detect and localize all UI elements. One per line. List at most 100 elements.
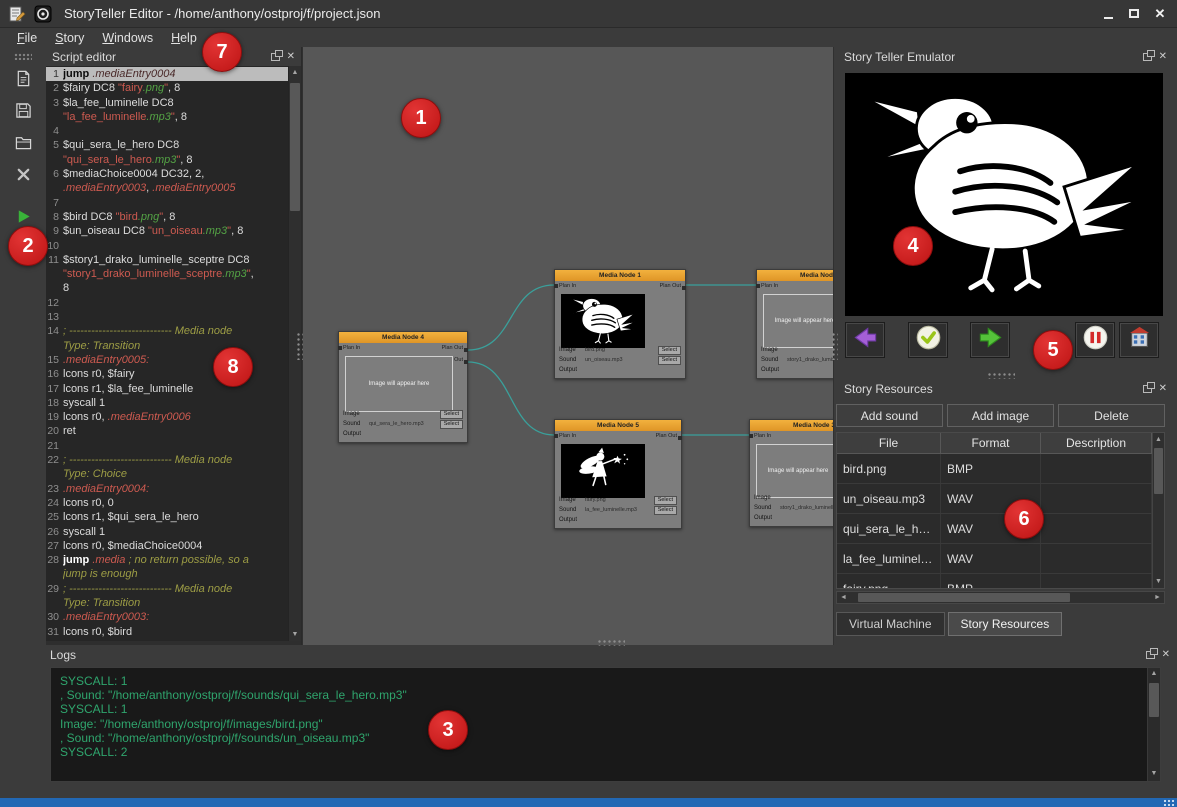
pause-button[interactable]: [1075, 322, 1115, 358]
code-line[interactable]: 31lcons r0, $bird: [46, 625, 289, 639]
table-row[interactable]: fairy.pngBMP: [837, 574, 1152, 588]
code-line[interactable]: 29; ---------------------------- Media n…: [46, 582, 289, 596]
node-canvas[interactable]: Media Node 4Plan InPlan OutPlan OutImage…: [302, 47, 834, 645]
resize-grip[interactable]: [1163, 799, 1174, 806]
delete-button[interactable]: Delete: [1058, 404, 1165, 427]
code-line[interactable]: 3$la_fee_luminelle DC8: [46, 96, 289, 110]
media-node[interactable]: Media Node 3Plan InPlan OutImage will ap…: [749, 419, 834, 527]
column-header[interactable]: Format: [941, 433, 1041, 453]
toolbar-grip[interactable]: [14, 53, 32, 60]
code-line[interactable]: 13: [46, 310, 289, 324]
splitter-grip-emulator[interactable]: [987, 372, 1015, 379]
input-port[interactable]: [756, 284, 760, 288]
code-line[interactable]: 21: [46, 439, 289, 453]
scroll-down-icon[interactable]: ▼: [1153, 575, 1164, 588]
panel-close-icon[interactable]: ✕: [1159, 384, 1167, 394]
code-line[interactable]: "la_fee_luminelle.mp3", 8: [46, 110, 289, 124]
script-code[interactable]: 1jump .mediaEntry00042$fairy DC8 "fairy.…: [46, 66, 289, 641]
next-button[interactable]: [970, 322, 1010, 358]
scrollbar-thumb[interactable]: [1149, 683, 1159, 717]
code-line[interactable]: 18syscall 1: [46, 396, 289, 410]
input-port[interactable]: [554, 434, 558, 438]
splitter-grip-bottom[interactable]: [597, 639, 625, 646]
home-button[interactable]: [1119, 322, 1159, 358]
code-line[interactable]: 30.mediaEntry0003:: [46, 610, 289, 624]
code-line[interactable]: 27lcons r0, $mediaChoice0004: [46, 539, 289, 553]
scroll-right-icon[interactable]: ►: [1151, 592, 1164, 603]
undock-icon[interactable]: [271, 53, 280, 61]
code-line[interactable]: 7: [46, 196, 289, 210]
scroll-up-icon[interactable]: ▲: [1153, 433, 1164, 446]
table-row[interactable]: qui_sera_le_hero.mp3WAV: [837, 514, 1152, 544]
scrollbar-thumb[interactable]: [858, 593, 1070, 602]
scroll-down-icon[interactable]: ▼: [1148, 768, 1160, 781]
code-line[interactable]: .mediaEntry0003, .mediaEntry0005: [46, 181, 289, 195]
code-line[interactable]: 1jump .mediaEntry0004: [46, 67, 289, 81]
table-row[interactable]: bird.pngBMP: [837, 454, 1152, 484]
scroll-left-icon[interactable]: ◄: [837, 592, 850, 603]
scrollbar-thumb[interactable]: [1154, 448, 1163, 494]
save-button[interactable]: [8, 100, 38, 126]
input-port[interactable]: [338, 346, 342, 350]
code-line[interactable]: 2$fairy DC8 "fairy.png", 8: [46, 81, 289, 95]
close-cross-button[interactable]: [8, 164, 38, 190]
code-line[interactable]: 20ret: [46, 424, 289, 438]
select-button[interactable]: Select: [654, 496, 677, 505]
scrollbar-thumb[interactable]: [290, 83, 300, 211]
code-line[interactable]: Type: Transition: [46, 339, 289, 353]
input-port[interactable]: [749, 434, 753, 438]
code-line[interactable]: 19lcons r0, .mediaEntry0006: [46, 410, 289, 424]
undock-icon[interactable]: [1143, 53, 1152, 61]
column-header[interactable]: File: [837, 433, 941, 453]
scrollbar-track[interactable]: [1153, 446, 1164, 575]
scroll-up-icon[interactable]: ▲: [289, 66, 301, 79]
code-line[interactable]: Type: Transition: [46, 596, 289, 610]
select-button[interactable]: Select: [654, 506, 677, 515]
table-row[interactable]: la_fee_luminelle.mp3WAV: [837, 544, 1152, 574]
code-line[interactable]: 23.mediaEntry0004:: [46, 482, 289, 496]
minimize-button[interactable]: [1095, 3, 1121, 25]
code-line[interactable]: 25lcons r1, $qui_sera_le_hero: [46, 510, 289, 524]
close-button[interactable]: ✕: [1147, 3, 1173, 25]
code-line[interactable]: 24lcons r0, 0: [46, 496, 289, 510]
column-header[interactable]: Description: [1041, 433, 1152, 453]
undock-icon[interactable]: [1143, 385, 1152, 393]
code-line[interactable]: 6$mediaChoice0004 DC32, 2,: [46, 167, 289, 181]
add-image-button[interactable]: Add image: [947, 404, 1054, 427]
menu-file[interactable]: File: [8, 31, 46, 45]
media-node[interactable]: Media Node 4Plan InPlan OutPlan OutImage…: [338, 331, 468, 443]
open-button[interactable]: [8, 132, 38, 158]
code-line[interactable]: "story1_drako_luminelle_sceptre.mp3",: [46, 267, 289, 281]
previous-button[interactable]: [845, 322, 885, 358]
output-port[interactable]: [682, 286, 686, 290]
table-row[interactable]: un_oiseau.mp3WAV: [837, 484, 1152, 514]
ok-button[interactable]: [908, 322, 948, 358]
scrollbar-track[interactable]: [850, 592, 1151, 603]
splitter-grip-left[interactable]: [296, 332, 303, 360]
media-node[interactable]: Media Node 5Plan InPlan OutImagefairy.pn…: [554, 419, 682, 529]
media-node[interactable]: Media Node 2Plan InPlan OutImage will ap…: [756, 269, 834, 379]
table-hscroll[interactable]: ◄ ►: [836, 591, 1165, 604]
panel-close-icon[interactable]: ✕: [287, 52, 295, 62]
code-line[interactable]: 12: [46, 296, 289, 310]
code-line[interactable]: 11$story1_drako_luminelle_sceptre DC8: [46, 253, 289, 267]
logs-output[interactable]: SYSCALL: 1, Sound: "/home/anthony/ostpro…: [50, 667, 1161, 782]
panel-close-icon[interactable]: ✕: [1162, 650, 1170, 660]
menu-help[interactable]: Help: [162, 31, 206, 45]
maximize-button[interactable]: [1121, 3, 1147, 25]
output-port[interactable]: [678, 436, 682, 440]
select-button[interactable]: Select: [658, 356, 681, 365]
code-line[interactable]: 5$qui_sera_le_hero DC8: [46, 138, 289, 152]
code-line[interactable]: Type: Choice: [46, 467, 289, 481]
output-port[interactable]: [464, 348, 468, 352]
input-port[interactable]: [554, 284, 558, 288]
code-line[interactable]: 4: [46, 124, 289, 138]
code-line[interactable]: 26syscall 1: [46, 525, 289, 539]
code-line[interactable]: 8$bird DC8 "bird.png", 8: [46, 210, 289, 224]
select-button[interactable]: Select: [440, 420, 463, 429]
code-line[interactable]: 17lcons r1, $la_fee_luminelle: [46, 382, 289, 396]
table-vscroll[interactable]: ▲ ▼: [1152, 433, 1164, 588]
code-line[interactable]: 8: [46, 281, 289, 295]
code-line[interactable]: 32lcons r1, $un_oiseau: [46, 639, 289, 641]
select-button[interactable]: Select: [658, 346, 681, 355]
